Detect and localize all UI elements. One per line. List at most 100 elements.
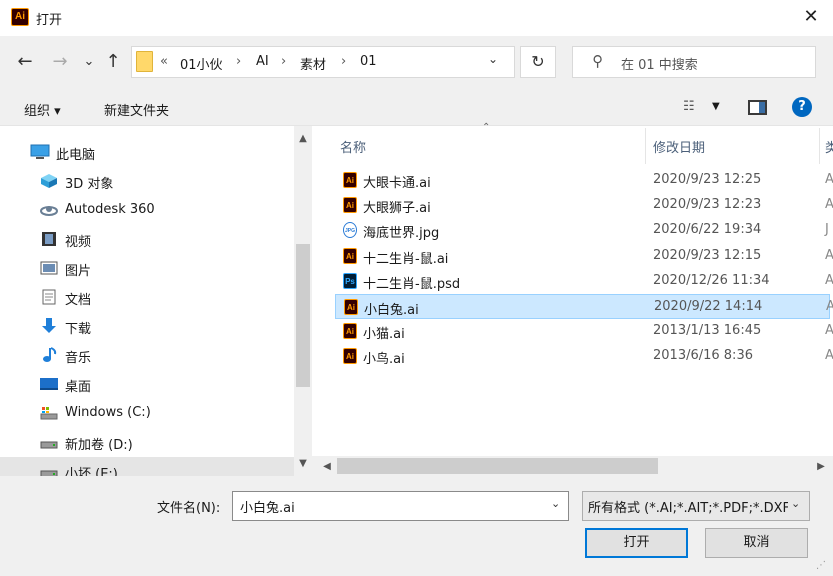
file-row[interactable]: JPG 海底世界.jpg 2020/6/22 19:34 J [335, 218, 830, 243]
illustrator-app-icon: Ai [11, 8, 29, 26]
column-header-modified[interactable]: 修改日期 [653, 137, 705, 156]
file-row[interactable]: Ps 十二生肖-鼠.psd 2020/12/26 11:34 A [335, 269, 833, 294]
sidebar-item-label: 视频 [65, 235, 92, 250]
file-modified-date: 2013/6/16 8:36 [653, 348, 753, 364]
file-type-truncated: J [825, 222, 829, 238]
sidebar-item-this-pc[interactable]: 此电脑 [0, 138, 294, 166]
preview-pane-icon[interactable] [748, 100, 767, 115]
breadcrumb-overflow[interactable]: « [160, 54, 168, 69]
sidebar-item-drive-d[interactable]: 新加卷 (D:) [0, 428, 294, 456]
view-options-chevron-icon[interactable]: ▼ [712, 101, 720, 112]
sidebar-item-autodesk-360[interactable]: Autodesk 360 [0, 196, 294, 224]
sidebar-item-label: 3D 对象 [65, 177, 114, 192]
file-type-truncated: A [826, 299, 833, 314]
file-modified-date: 2013/1/13 16:45 [653, 323, 762, 339]
breadcrumb-item-01xiaohuo[interactable]: 01小伙 [180, 54, 223, 73]
file-name: 小鸟.ai [363, 352, 405, 368]
file-modified-date: 2020/6/22 19:34 [653, 222, 762, 238]
file-row[interactable]: Ai 小鸟.ai 2013/6/16 8:36 A [335, 344, 833, 369]
drive-icon [40, 470, 58, 476]
file-name: 大眼狮子.ai [363, 201, 431, 217]
column-header-name[interactable]: 名称 [340, 137, 366, 156]
picture-icon [40, 261, 58, 275]
sidebar-item-videos[interactable]: 视频 [0, 225, 294, 253]
drive-icon [40, 407, 58, 420]
cube-icon [41, 174, 57, 188]
sidebar-item-drive-e[interactable]: 小坏 (E:) [0, 457, 294, 476]
refresh-button[interactable]: ↻ [520, 46, 556, 78]
column-divider[interactable] [819, 128, 820, 164]
horizontal-scrollbar-thumb[interactable] [337, 458, 658, 474]
sidebar-item-3d-objects[interactable]: 3D 对象 [0, 167, 294, 195]
sidebar-item-label: 新加卷 (D:) [65, 438, 133, 453]
file-name: 十二生肖-鼠.ai [363, 251, 449, 267]
filetype-dropdown-chevron-icon[interactable]: ⌄ [791, 497, 800, 510]
sidebar-item-desktop[interactable]: 桌面 [0, 370, 294, 398]
resize-grip-icon[interactable]: ⋰ [816, 560, 826, 571]
ai-file-icon: Ai [343, 348, 357, 365]
jpg-file-icon: JPG [343, 222, 357, 239]
sidebar-item-label: Autodesk 360 [65, 202, 155, 217]
music-icon [43, 347, 57, 362]
file-type-truncated: A [825, 247, 833, 263]
sidebar-item-pictures[interactable]: 图片 [0, 254, 294, 282]
new-folder-button[interactable]: 新建文件夹 [104, 100, 169, 119]
file-row[interactable]: Ai 十二生肖-鼠.ai 2020/9/23 12:15 A [335, 244, 833, 269]
back-arrow-icon[interactable]: ← [14, 52, 36, 74]
breadcrumb-item-01[interactable]: 01 [360, 54, 377, 69]
column-divider[interactable] [645, 128, 646, 164]
cloud-icon [40, 206, 58, 216]
file-modified-date: 2020/9/23 12:25 [653, 172, 762, 187]
breadcrumb-separator[interactable]: › [341, 54, 346, 69]
sidebar-item-label: Windows (C:) [65, 405, 151, 420]
forward-arrow-icon[interactable]: → [49, 52, 71, 74]
sidebar-item-label: 桌面 [65, 380, 92, 395]
sidebar-item-label: 文档 [65, 293, 92, 308]
file-modified-date: 2020/12/26 11:34 [653, 272, 770, 288]
sidebar-item-music[interactable]: 音乐 [0, 341, 294, 369]
organize-button[interactable]: 组织 ▾ [24, 100, 61, 119]
breadcrumb-item-sucai[interactable]: 素材 [300, 54, 326, 73]
file-row[interactable]: Ai 大眼卡通.ai 2020/9/23 12:25 A [335, 168, 833, 193]
file-row[interactable]: Ai 小猫.ai 2013/1/13 16:45 A [335, 319, 833, 344]
column-header-type[interactable]: 类 [825, 137, 833, 156]
scroll-up-arrow-icon[interactable]: ▲ [294, 133, 312, 144]
sidebar-item-drive-c[interactable]: Windows (C:) [0, 399, 294, 427]
cancel-button[interactable]: 取消 [705, 528, 808, 558]
file-modified-date: 2020/9/23 12:23 [653, 197, 762, 213]
breadcrumb-separator[interactable]: › [236, 54, 241, 69]
breadcrumb-separator[interactable]: › [281, 54, 286, 69]
ai-file-icon: Ai [343, 197, 357, 214]
breadcrumb-item-ai[interactable]: AI [256, 54, 269, 69]
title-bar [0, 0, 833, 36]
file-row[interactable]: Ai 小白兔.ai 2020/9/22 14:14 A [335, 294, 833, 319]
recent-locations-chevron-icon[interactable]: ⌄ [78, 52, 100, 74]
filename-label: 文件名(N): [157, 501, 221, 516]
help-icon[interactable]: ? [792, 97, 812, 117]
address-dropdown-chevron-icon[interactable]: ⌄ [488, 52, 498, 66]
sidebar-item-documents[interactable]: 文档 [0, 283, 294, 311]
file-row[interactable]: Ai 大眼狮子.ai 2020/9/23 12:23 A [335, 193, 833, 218]
up-arrow-icon[interactable]: ↑ [102, 52, 124, 74]
sidebar-item-label: 下载 [65, 322, 92, 337]
scroll-down-arrow-icon[interactable]: ▼ [294, 458, 312, 469]
close-icon[interactable]: ✕ [796, 6, 826, 30]
file-modified-date: 2020/9/23 12:15 [653, 247, 762, 263]
sidebar-scrollbar-thumb[interactable] [296, 244, 310, 387]
sidebar-item-downloads[interactable]: 下载 [0, 312, 294, 340]
filename-dropdown-chevron-icon[interactable]: ⌄ [551, 497, 560, 510]
scroll-left-arrow-icon[interactable]: ◀ [318, 461, 336, 472]
file-type-truncated: A [825, 172, 833, 187]
folder-icon [136, 51, 153, 72]
ai-file-icon: Ai [344, 299, 358, 315]
filename-value[interactable]: 小白兔.ai [240, 497, 295, 516]
file-name: 小猫.ai [363, 327, 405, 343]
file-name: 大眼卡通.ai [363, 176, 431, 191]
sidebar-item-label: 小坏 (E:) [65, 467, 118, 476]
file-type-truncated: A [825, 197, 833, 213]
filetype-value[interactable]: 所有格式 (*.AI;*.AIT;*.PDF;*.DXF [588, 497, 788, 516]
view-options-icon[interactable]: ☷ [683, 99, 695, 114]
scroll-right-arrow-icon[interactable]: ▶ [812, 461, 830, 472]
file-type-truncated: A [825, 272, 833, 288]
open-button[interactable]: 打开 [585, 528, 688, 558]
